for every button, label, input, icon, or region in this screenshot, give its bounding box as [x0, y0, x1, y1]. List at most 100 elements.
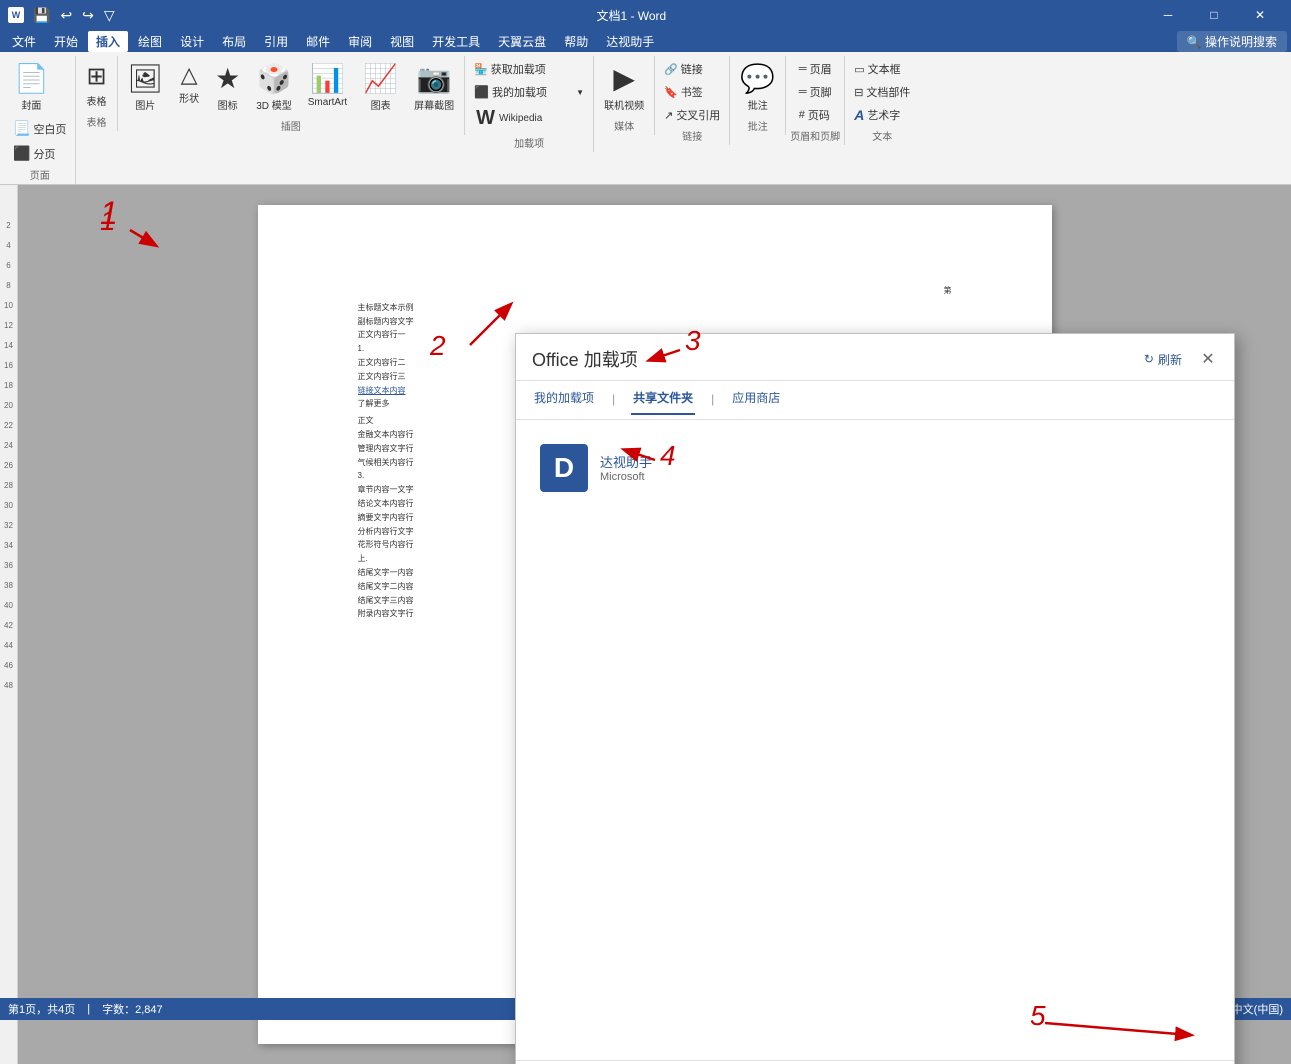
- icon-button[interactable]: ★ 图标: [209, 58, 246, 116]
- my-addins-button[interactable]: ⬛ 我的加载项 ▼: [469, 81, 589, 103]
- nav-app-store[interactable]: 应用商店: [730, 385, 782, 415]
- ruler-num: 6: [0, 255, 17, 275]
- nav-my-addins[interactable]: 我的加载项: [532, 385, 596, 415]
- menu-developer[interactable]: 开发工具: [424, 31, 488, 52]
- menu-references[interactable]: 引用: [256, 31, 296, 52]
- comment-button[interactable]: 💬 批注: [734, 58, 781, 116]
- menu-file[interactable]: 文件: [4, 31, 44, 52]
- shape-button[interactable]: △ 形状: [173, 58, 205, 109]
- page-number-button[interactable]: # 页码: [794, 104, 835, 126]
- close-button[interactable]: ✕: [1237, 0, 1283, 30]
- header-button[interactable]: ═ 页眉: [794, 58, 837, 80]
- headerfooter-group-label: 页眉和页脚: [790, 126, 840, 143]
- refresh-label: 刷新: [1158, 351, 1182, 368]
- textbox-label: 文本框: [868, 61, 901, 77]
- chart-label: 图表: [371, 97, 391, 112]
- blank-page-button[interactable]: 📃 空白页: [8, 117, 71, 140]
- dialog-footer: ⊞ 在 Office 应用商店中查找更多加载项。 添加 取消: [516, 1060, 1234, 1064]
- addon-author: Microsoft: [600, 471, 652, 483]
- header-label: 页眉: [810, 61, 832, 77]
- page-break-button[interactable]: ⬛ 分页: [8, 142, 71, 165]
- table-icon: ⊞: [86, 62, 106, 91]
- docpart-button[interactable]: ⊟ 文档部件: [849, 81, 915, 103]
- refresh-icon: ↻: [1144, 352, 1154, 366]
- menu-mail[interactable]: 邮件: [298, 31, 338, 52]
- ruler-num: 32: [0, 515, 17, 535]
- docpart-icon: ⊟: [854, 86, 863, 99]
- office-addins-dialog[interactable]: Office 加载项 ↻ 刷新 ✕ 我的加载项 | 共享文件夹 | 应用商店 D…: [515, 333, 1235, 1064]
- page-number-icon: #: [799, 109, 805, 121]
- menu-bar: 文件 开始 插入 绘图 设计 布局 引用 邮件 审阅 视图 开发工具 天翼云盘 …: [0, 30, 1291, 52]
- addon-info: 达视助手 Microsoft: [600, 452, 652, 483]
- image-button[interactable]: 🖼 图片: [122, 58, 170, 116]
- screenshot-label: 屏幕截图: [414, 97, 454, 112]
- menu-draw[interactable]: 绘图: [130, 31, 170, 52]
- maximize-button[interactable]: □: [1191, 0, 1237, 30]
- minimize-button[interactable]: ─: [1145, 0, 1191, 30]
- online-video-icon: ▶: [613, 62, 635, 95]
- page-break-label: 分页: [33, 146, 55, 162]
- chart-button[interactable]: 📈 图表: [357, 58, 404, 116]
- image-label: 图片: [135, 97, 155, 112]
- cross-reference-icon: ↗: [664, 109, 673, 122]
- smartart-button[interactable]: 📊 SmartArt: [302, 58, 353, 112]
- docpart-label: 文档部件: [866, 84, 910, 100]
- menu-layout[interactable]: 布局: [214, 31, 254, 52]
- get-addins-icon: 🏪: [474, 63, 488, 76]
- menu-view[interactable]: 视图: [382, 31, 422, 52]
- wordart-button[interactable]: A 艺术字: [849, 104, 905, 126]
- pages-group-label: 页面: [30, 165, 50, 182]
- menu-insert[interactable]: 插入: [88, 31, 128, 52]
- menu-tianyi[interactable]: 天翼云盘: [490, 31, 554, 52]
- customize-button[interactable]: ▽: [101, 5, 118, 26]
- table-label: 表格: [86, 93, 106, 108]
- dialog-title: Office 加载项: [532, 346, 638, 372]
- redo-button[interactable]: ↪: [79, 5, 97, 26]
- dialog-nav: 我的加载项 | 共享文件夹 | 应用商店: [516, 381, 1234, 420]
- ruler-num: 46: [0, 655, 17, 675]
- menu-dashizhu[interactable]: 达视助手: [598, 31, 662, 52]
- textbox-button[interactable]: ▭ 文本框: [849, 58, 905, 80]
- ribbon-group-illustrations: 🖼 图片 △ 形状 ★ 图标 🎲 3D 模型 📊 SmartArt: [118, 56, 466, 135]
- title-bar: W 💾 ↩ ↪ ▽ 文档1 - Word ─ □ ✕: [0, 0, 1291, 30]
- footer-button[interactable]: ═ 页脚: [794, 81, 837, 103]
- blank-page-icon: 📃: [13, 120, 30, 137]
- bookmark-button[interactable]: 🔖 书签: [659, 81, 708, 103]
- ruler-num: 24: [0, 435, 17, 455]
- dialog-refresh-button[interactable]: ↻ 刷新: [1144, 351, 1182, 368]
- ruler-num: 26: [0, 455, 17, 475]
- ribbon-group-media: ▶ 联机视频 媒体: [594, 56, 655, 135]
- menu-search[interactable]: 🔍 操作说明搜索: [1177, 31, 1287, 52]
- text-group-label: 文本: [872, 126, 892, 143]
- cover-button[interactable]: 📄 封面: [8, 58, 55, 116]
- dialog-close-button[interactable]: ✕: [1198, 349, 1218, 369]
- my-addins-label: 我的加载项: [492, 84, 547, 100]
- ruler-num: 34: [0, 535, 17, 555]
- screenshot-icon: 📷: [417, 62, 452, 95]
- table-button[interactable]: ⊞ 表格: [80, 58, 112, 112]
- link-button[interactable]: 🔗 链接: [659, 58, 708, 80]
- blank-page-label: 空白页: [33, 121, 66, 137]
- 3d-model-button[interactable]: 🎲 3D 模型: [250, 58, 298, 116]
- ribbon-group-headerfooter: ═ 页眉 ═ 页脚 # 页码 页眉和页脚: [786, 56, 845, 145]
- ruler-num: 10: [0, 295, 17, 315]
- cross-reference-button[interactable]: ↗ 交叉引用: [659, 104, 725, 126]
- footer-label: 页脚: [810, 84, 832, 100]
- ribbon-group-comments: 💬 批注 批注: [730, 56, 786, 135]
- undo-button[interactable]: ↩: [57, 5, 75, 26]
- get-addins-button[interactable]: 🏪 获取加载项: [469, 58, 589, 80]
- addon-item[interactable]: D 达视助手 Microsoft: [532, 436, 1218, 500]
- screenshot-button[interactable]: 📷 屏幕截图: [408, 58, 460, 116]
- menu-start[interactable]: 开始: [46, 31, 86, 52]
- menu-help[interactable]: 帮助: [556, 31, 596, 52]
- nav-shared-folder[interactable]: 共享文件夹: [631, 385, 695, 415]
- menu-review[interactable]: 审阅: [340, 31, 380, 52]
- wikipedia-button[interactable]: W Wikipedia: [469, 104, 549, 133]
- comments-group-label: 批注: [748, 116, 768, 133]
- comment-label: 批注: [748, 97, 768, 112]
- online-video-button[interactable]: ▶ 联机视频: [598, 58, 650, 116]
- word-count: 字数：2,847: [102, 1001, 163, 1017]
- menu-design[interactable]: 设计: [172, 31, 212, 52]
- save-button[interactable]: 💾: [30, 5, 53, 26]
- content-line: 副标题内容文字: [358, 316, 952, 329]
